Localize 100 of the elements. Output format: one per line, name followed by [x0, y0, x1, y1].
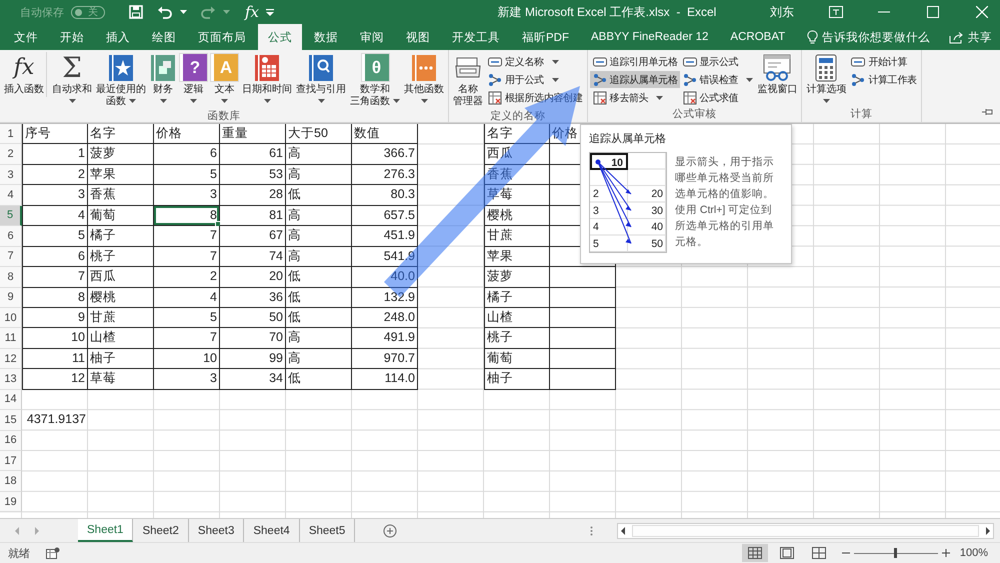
ribbon-button[interactable]: 财务	[148, 52, 178, 104]
row-number[interactable]: 9	[0, 288, 22, 308]
row-number[interactable]: 14	[0, 390, 22, 410]
table-cell: 114.0	[352, 369, 418, 390]
share-button[interactable]: 共享	[968, 30, 992, 44]
ribbon-button[interactable]: 追踪引用单元格	[590, 53, 680, 70]
save-icon[interactable]	[128, 4, 144, 20]
row-number[interactable]: 17	[0, 451, 22, 472]
ribbon-button[interactable]: 公式求值	[680, 89, 756, 106]
ribbon-button[interactable]: fx 插入函数	[2, 52, 47, 97]
ribbon-button[interactable]: 最近使用的 函数	[94, 52, 148, 109]
ribbon-button[interactable]: ? 逻辑	[178, 52, 209, 104]
customize-icon[interactable]	[266, 8, 274, 16]
ribbon-button[interactable]: 追踪从属单元格	[590, 71, 680, 88]
ribbon-tab[interactable]: ABBYY FineReader 12	[581, 24, 718, 50]
table-cell: 5	[154, 308, 220, 328]
ribbon-button[interactable]: 根据所选内容创建	[485, 89, 585, 106]
row-number[interactable]: 3	[0, 164, 22, 186]
ribbon-tab[interactable]: 开发工具	[442, 24, 510, 50]
table-cell: 40.0	[352, 267, 418, 288]
row-number[interactable]: 16	[0, 430, 22, 451]
table-cell	[550, 369, 616, 390]
ribbon-button[interactable]: θ 数学和 三角函数	[348, 52, 402, 109]
example-cell-text: 5	[592, 236, 600, 252]
ribbon-button[interactable]: 日期和时间	[240, 52, 294, 104]
user-name[interactable]: 刘东	[770, 4, 794, 20]
tell-me-field[interactable]: 告诉我你想要做什么	[822, 30, 930, 44]
table-cell: 7	[154, 226, 220, 247]
ribbon-button[interactable]: 显示公式	[680, 53, 756, 70]
add-sheet-icon[interactable]	[383, 524, 398, 538]
ribbon-tab[interactable]: 绘图	[142, 24, 186, 50]
table-cell: 高	[286, 144, 352, 165]
ribbon-button[interactable]: 监视窗口	[755, 52, 800, 97]
pin-icon[interactable]	[982, 108, 994, 116]
ribbon-button[interactable]: 用于公式	[485, 71, 585, 88]
ribbon-button[interactable]: A 文本	[209, 52, 240, 104]
table-cell: 34	[220, 369, 286, 390]
table-cell	[550, 348, 616, 370]
example-cell-text: 3	[592, 204, 600, 218]
row-number[interactable]: 10	[0, 308, 22, 328]
scroll-right-icon[interactable]	[983, 524, 993, 536]
share-icon[interactable]	[949, 30, 964, 44]
ribbon-button[interactable]: 错误检查	[680, 71, 756, 88]
undo-icon[interactable]	[157, 4, 173, 20]
row-number[interactable]: 5	[0, 206, 22, 226]
row-number[interactable]: 13	[0, 369, 22, 390]
table-cell: 7	[154, 246, 220, 268]
row-number[interactable]: 4	[0, 185, 22, 206]
close-icon[interactable]	[976, 6, 988, 18]
row-number[interactable]: 11	[0, 328, 22, 349]
table-cell: 菠萝	[484, 267, 550, 288]
ribbon-button[interactable]: 其他函数	[402, 52, 446, 104]
row-number[interactable]: 7	[0, 246, 22, 268]
row-number[interactable]: 1	[0, 124, 22, 144]
table-cell: 大于50	[286, 124, 352, 144]
ribbon-tab[interactable]: 页面布局	[188, 24, 256, 50]
row-number[interactable]: 2	[0, 144, 22, 165]
table-cell: 80.3	[352, 185, 418, 206]
zoom-slider[interactable]	[854, 547, 938, 559]
row-number[interactable]: 12	[0, 348, 22, 370]
row-number[interactable]: 15	[0, 410, 22, 431]
ribbon-button[interactable]: 开始计算	[848, 53, 919, 70]
ribbon-tab[interactable]: 插入	[96, 24, 140, 50]
ribbon-button[interactable]: Σ 自动求和	[50, 52, 94, 104]
ribbon-button[interactable]: 移去箭头	[590, 89, 680, 106]
macro-record-icon[interactable]	[46, 547, 60, 559]
sigma-icon: Σ	[62, 54, 82, 82]
row-number[interactable]: 18	[0, 471, 22, 492]
insert-function-button[interactable]: fx	[245, 3, 260, 21]
ribbon-tab[interactable]: 福昕PDF	[512, 24, 579, 50]
caret-icon[interactable]	[180, 10, 187, 14]
ribbon-button[interactable]: 定义名称	[485, 53, 585, 70]
ribbon-tab[interactable]: ACROBAT	[720, 24, 796, 50]
ribbon-button[interactable]: 计算选项	[804, 52, 848, 104]
table-cell: 低	[286, 185, 352, 206]
table-cell: 11	[22, 348, 88, 370]
ribbon-display-icon[interactable]	[829, 6, 843, 18]
table-cell: 高	[286, 164, 352, 186]
table-cell-text: 4371.9137	[26, 411, 87, 428]
ribbon-tab[interactable]: 数据	[304, 24, 348, 50]
ribbon-tab[interactable]: 开始	[50, 24, 94, 50]
ribbon-tab[interactable]: 视图	[396, 24, 440, 50]
ribbon-button[interactable]: 计算工作表	[848, 71, 919, 88]
ribbon-tab[interactable]: 文件	[4, 24, 48, 50]
row-number[interactable]: 6	[0, 226, 22, 247]
table-cell: 28	[220, 185, 286, 206]
zoom-in-icon[interactable]	[942, 549, 950, 557]
horizontal-scrollbar[interactable]	[617, 522, 994, 538]
ribbon-tab[interactable]: 审阅	[350, 24, 394, 50]
table-cell: 2	[154, 267, 220, 288]
splitter-icon[interactable]	[590, 526, 593, 536]
row-number[interactable]: 8	[0, 267, 22, 288]
sheet-tab[interactable]: Sheet1	[78, 519, 134, 542]
row-number[interactable]: 19	[0, 492, 22, 512]
normal-view-icon[interactable]	[742, 544, 768, 562]
tooltip-description: 显示箭头，用于指示哪些单元格受当前所选单元格的值影响。使用 Ctrl+] 可定位到所选单元格的引用单元格。	[675, 155, 775, 250]
ribbon-button[interactable]: 名称 管理器	[451, 52, 485, 109]
maximize-icon[interactable]	[927, 6, 939, 18]
ribbon-button[interactable]: 查找与引用	[294, 52, 348, 104]
ribbon-tab[interactable]: 公式	[258, 24, 302, 50]
